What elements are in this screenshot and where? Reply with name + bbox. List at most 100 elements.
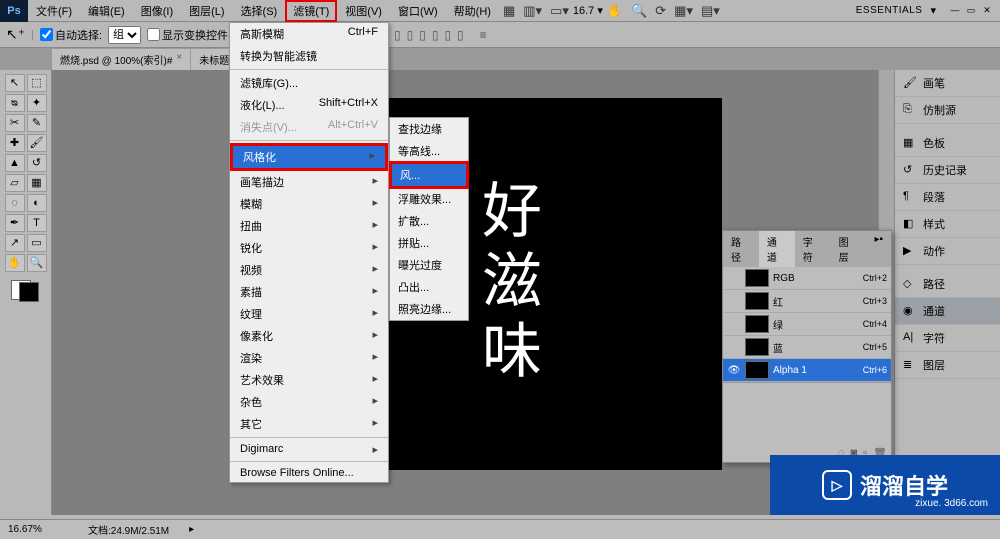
doc-tab-0[interactable]: 燃烧.psd @ 100%(索引)#×	[52, 49, 190, 70]
filter-item[interactable]: 杂色▸	[230, 391, 388, 413]
menu-help[interactable]: 帮助(H)	[446, 0, 499, 22]
stylize-item[interactable]: 凸出...	[390, 276, 468, 298]
channel-row[interactable]: 绿Ctrl+4	[723, 313, 891, 336]
dodge-tool[interactable]: ◐	[27, 194, 47, 212]
show-transform-check[interactable]: 显示变换控件	[147, 27, 228, 43]
filter-item[interactable]: 扭曲▸	[230, 215, 388, 237]
workspace-dropdown-icon[interactable]: ▾	[930, 4, 936, 17]
menu-filter[interactable]: 滤镜(T)	[285, 0, 337, 22]
move-tool[interactable]: ↖	[5, 74, 25, 92]
arrange-docs-icon[interactable]: ▥▾	[519, 3, 546, 19]
filter-item[interactable]: 消失点(V)...Alt+Ctrl+V	[230, 116, 388, 138]
stylize-item[interactable]: 等高线...	[390, 140, 468, 162]
menu-layer[interactable]: 图层(L)	[181, 0, 232, 22]
tab-paths[interactable]: 路径	[723, 231, 759, 267]
panel-paths[interactable]: ◇路径	[895, 271, 1000, 298]
type-tool[interactable]: T	[27, 214, 47, 232]
stamp-tool[interactable]: ▲	[5, 154, 25, 172]
filter-item[interactable]: 视频▸	[230, 259, 388, 281]
panel-paragraph[interactable]: ¶段落	[895, 184, 1000, 211]
zoom-tool-icon[interactable]: 🔍	[627, 3, 651, 19]
filter-item[interactable]: 渲染▸	[230, 347, 388, 369]
filter-item[interactable]: 风格化▸	[233, 146, 385, 168]
panel-channels[interactable]: ◉通道	[895, 298, 1000, 325]
filter-item[interactable]: 像素化▸	[230, 325, 388, 347]
tab-channels[interactable]: 通道	[759, 231, 795, 267]
filter-item[interactable]: 素描▸	[230, 281, 388, 303]
tab-layers[interactable]: 图层	[831, 231, 867, 267]
channel-row[interactable]: RGBCtrl+2	[723, 267, 891, 290]
panel-layers[interactable]: ≣图层	[895, 352, 1000, 379]
tab-character[interactable]: 字符	[795, 231, 831, 267]
color-swatches[interactable]	[11, 274, 41, 304]
brush-tool[interactable]: 🖌	[27, 134, 47, 152]
window-minimize[interactable]: —	[948, 5, 962, 17]
pen-tool[interactable]: ✒	[5, 214, 25, 232]
filter-item[interactable]: 纹理▸	[230, 303, 388, 325]
stylize-item[interactable]: 照亮边缘...	[390, 298, 468, 320]
filter-item[interactable]: 其它▸	[230, 413, 388, 435]
panel-swatches[interactable]: ▦色板	[895, 130, 1000, 157]
align-icon[interactable]: ▯	[407, 28, 414, 42]
panel-actions[interactable]: ▶动作	[895, 238, 1000, 265]
menu-window[interactable]: 窗口(W)	[390, 0, 446, 22]
history-brush-tool[interactable]: ↺	[27, 154, 47, 172]
auto-select-check[interactable]: 自动选择:	[40, 27, 102, 43]
stylize-item[interactable]: 查找边缘	[390, 118, 468, 140]
close-tab-icon[interactable]: ×	[176, 52, 182, 67]
eyedropper-tool[interactable]: ✎	[27, 114, 47, 132]
lasso-tool[interactable]: ᴓ	[5, 94, 25, 112]
panel-brush[interactable]: 🖌画笔	[895, 70, 1000, 97]
marquee-tool[interactable]: ⬚	[27, 74, 47, 92]
heal-tool[interactable]: ✚	[5, 134, 25, 152]
filter-item[interactable]: 模糊▸	[230, 193, 388, 215]
blur-tool[interactable]: ◌	[5, 194, 25, 212]
shape-tool[interactable]: ▭	[27, 234, 47, 252]
launch-bridge-icon[interactable]: ▦	[499, 3, 519, 19]
extras-icon[interactable]: ▦▾	[670, 3, 697, 19]
wand-tool[interactable]: ✦	[27, 94, 47, 112]
panel-character[interactable]: A|字符	[895, 325, 1000, 352]
stylize-item[interactable]: 拼贴...	[390, 232, 468, 254]
menu-view[interactable]: 视图(V)	[337, 0, 390, 22]
auto-select-checkbox[interactable]	[40, 28, 53, 41]
status-arrow-icon[interactable]: ▸	[189, 524, 194, 535]
panel-clone-source[interactable]: ⎘仿制源	[895, 97, 1000, 124]
eraser-tool[interactable]: ▱	[5, 174, 25, 192]
channel-row[interactable]: 👁Alpha 1Ctrl+6	[723, 359, 891, 382]
panel-menu-icon[interactable]: ▸▪	[866, 231, 891, 267]
screen-mode-icon[interactable]: ▭▾	[546, 3, 573, 19]
menu-file[interactable]: 文件(F)	[28, 0, 80, 22]
channel-row[interactable]: 蓝Ctrl+5	[723, 336, 891, 359]
background-swatch[interactable]	[19, 282, 39, 302]
status-doc-size[interactable]: 文档:24.9M/2.51M	[88, 522, 169, 537]
stylize-item[interactable]: 风...	[392, 164, 466, 186]
align-icon[interactable]: ▯	[432, 28, 439, 42]
align-icon[interactable]: ▯	[457, 28, 464, 42]
visibility-icon[interactable]: 👁	[727, 365, 741, 376]
path-select-tool[interactable]: ↗	[5, 234, 25, 252]
rotate-view-icon[interactable]: ⟳	[651, 3, 670, 19]
crop-tool[interactable]: ✂	[5, 114, 25, 132]
filter-item[interactable]: 艺术效果▸	[230, 369, 388, 391]
filter-item[interactable]: 锐化▸	[230, 237, 388, 259]
panel-history[interactable]: ↺历史记录	[895, 157, 1000, 184]
menu-image[interactable]: 图像(I)	[133, 0, 181, 22]
window-restore[interactable]: ▭	[964, 5, 978, 17]
zoom-tool[interactable]: 🔍	[27, 254, 47, 272]
guides-icon[interactable]: ▤▾	[697, 3, 724, 19]
filter-item[interactable]: Digimarc▸	[230, 440, 388, 459]
panel-styles[interactable]: ◧样式	[895, 211, 1000, 238]
hand-tool[interactable]: ✋	[5, 254, 25, 272]
zoom-display[interactable]: 16.7 ▾	[573, 4, 603, 17]
auto-select-mode[interactable]: 组	[108, 26, 141, 44]
workspace-switcher[interactable]: ESSENTIALS	[856, 5, 923, 16]
window-close[interactable]: ✕	[980, 5, 994, 17]
filter-item[interactable]: 液化(L)...Shift+Ctrl+X	[230, 94, 388, 116]
gradient-tool[interactable]: ▦	[27, 174, 47, 192]
menu-select[interactable]: 选择(S)	[233, 0, 286, 22]
hand-tool-icon[interactable]: ✋	[603, 3, 627, 19]
align-icon[interactable]: ▯	[444, 28, 451, 42]
align-icon[interactable]: ▯	[394, 28, 401, 42]
show-transform-checkbox[interactable]	[147, 28, 160, 41]
